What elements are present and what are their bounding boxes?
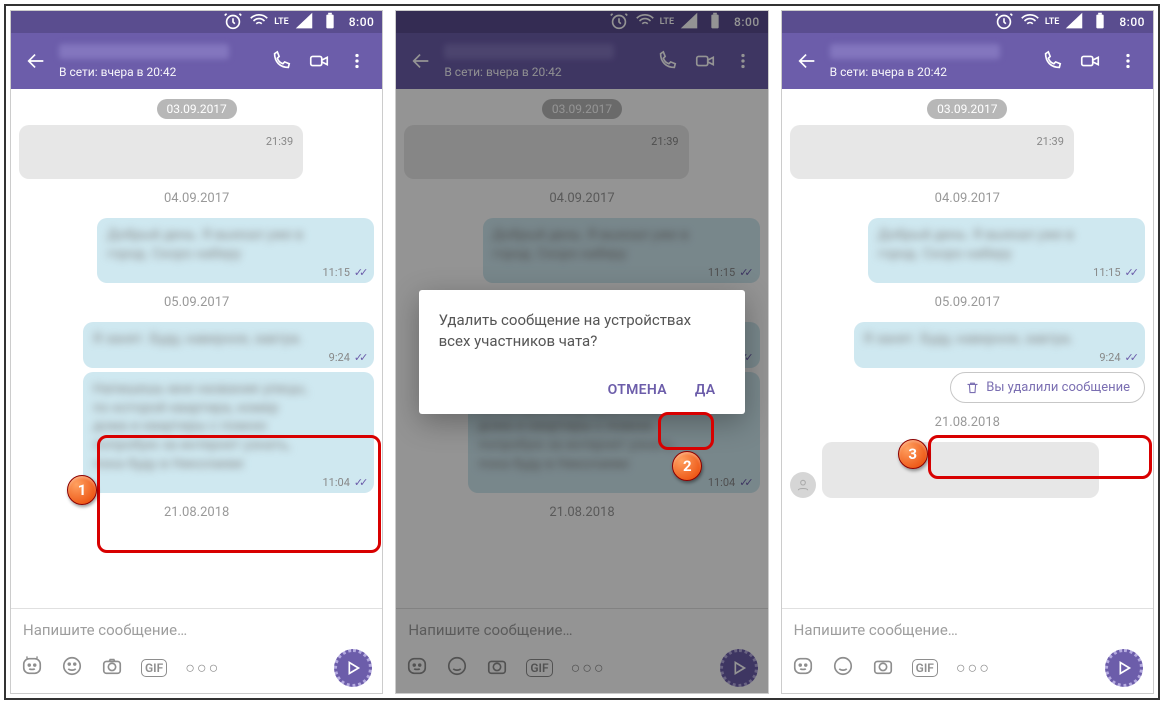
status-bar: LTE 8:00 (782, 11, 1153, 33)
contact-status: В сети: вчера в 20:42 (59, 65, 262, 79)
back-button[interactable] (788, 42, 826, 80)
dialog-text: Удалить сообщение на устройствах всех уч… (439, 310, 726, 352)
more-button[interactable] (338, 42, 376, 80)
chat-body[interactable]: 03.09.2017 21:39 04.09.2017 Добрый день.… (782, 89, 1153, 608)
wifi-icon (248, 10, 270, 35)
cancel-button[interactable]: ОТМЕНА (598, 374, 677, 406)
emoji-icon[interactable] (61, 655, 83, 681)
contact-name[interactable] (830, 44, 1033, 64)
date-pill: 03.09.2017 (927, 99, 1007, 119)
alarm-icon (222, 10, 244, 35)
delete-dialog: Удалить сообщение на устройствах всех уч… (419, 290, 746, 414)
phone-screen-3: LTE 8:00 В сети: вчера в 20:42 03.09.201… (781, 10, 1154, 694)
alarm-icon (993, 10, 1015, 35)
signal-icon (293, 10, 315, 35)
battery-icon (319, 10, 341, 35)
date-separator: 04.09.2017 (935, 191, 1000, 206)
message-bubble[interactable]: 21:39 (790, 125, 1074, 179)
camera-icon[interactable] (101, 655, 123, 681)
more-options-icon[interactable]: ○○○ (956, 658, 991, 678)
date-pill: 03.09.2017 (157, 99, 237, 119)
message-bubble[interactable]: Я занят. Буду, наверное, завтра.9:24✓✓ (83, 322, 374, 368)
chat-header: В сети: вчера в 20:42 (782, 33, 1153, 89)
input-area: Напишите сообщение… GIF ○○○ (782, 608, 1153, 693)
emoji-icon[interactable] (832, 655, 854, 681)
camera-icon[interactable] (872, 655, 894, 681)
gif-icon[interactable]: GIF (141, 659, 167, 677)
message-bubble[interactable] (822, 442, 1099, 498)
gif-icon[interactable]: GIF (912, 659, 938, 677)
sticker-icon[interactable] (21, 655, 43, 681)
message-bubble-selected[interactable]: Напишешь мне название улицы,по которой к… (83, 372, 374, 493)
status-bar: LTE 8:00 (11, 11, 382, 33)
message-input[interactable]: Напишите сообщение… (792, 617, 1143, 649)
read-check-icon: ✓✓ (354, 266, 364, 279)
modal-overlay[interactable]: Удалить сообщение на устройствах всех уч… (396, 11, 767, 693)
contact-name[interactable] (59, 44, 262, 64)
date-separator: 04.09.2017 (164, 191, 229, 206)
deleted-message[interactable]: Вы удалили сообщение (950, 372, 1145, 403)
call-button[interactable] (1033, 42, 1071, 80)
more-button[interactable] (1109, 42, 1147, 80)
back-button[interactable] (17, 42, 55, 80)
status-time: 8:00 (1119, 15, 1145, 29)
message-bubble[interactable]: 21:39 (19, 125, 303, 179)
contact-status: В сети: вчера в 20:42 (830, 65, 1033, 79)
video-call-button[interactable] (1071, 42, 1109, 80)
more-options-icon[interactable]: ○○○ (185, 658, 220, 678)
tutorial-stage: LTE 8:00 В сети: вчера в 20:42 03.09.201… (4, 4, 1160, 700)
lte-icon: LTE (274, 17, 288, 27)
yes-button[interactable]: ДА (685, 374, 726, 406)
message-bubble[interactable]: Добрый день. Я выехал уже вгород. Скоро … (97, 218, 374, 283)
trash-icon (965, 380, 980, 395)
input-area: Напишите сообщение… GIF ○○○ (11, 608, 382, 693)
read-check-icon: ✓✓ (354, 476, 364, 489)
signal-icon (1063, 10, 1085, 35)
sticker-icon[interactable] (792, 655, 814, 681)
battery-icon (1089, 10, 1111, 35)
phone-screen-1: LTE 8:00 В сети: вчера в 20:42 03.09.201… (10, 10, 383, 694)
chat-header: В сети: вчера в 20:42 (11, 33, 382, 89)
lte-icon: LTE (1045, 17, 1059, 27)
date-separator: 21.08.2018 (164, 505, 229, 520)
avatar[interactable] (790, 472, 816, 498)
chat-body[interactable]: 03.09.2017 21:39 04.09.2017 Добрый день.… (11, 89, 382, 608)
date-separator: 05.09.2017 (164, 295, 229, 310)
send-button[interactable] (1105, 649, 1143, 687)
phone-screen-2: LTE 8:00 В сети: вчера в 20:42 03.09.201… (395, 10, 768, 694)
send-button[interactable] (334, 649, 372, 687)
date-separator: 05.09.2017 (935, 295, 1000, 310)
message-input[interactable]: Напишите сообщение… (21, 617, 372, 649)
call-button[interactable] (262, 42, 300, 80)
video-call-button[interactable] (300, 42, 338, 80)
wifi-icon (1019, 10, 1041, 35)
message-bubble[interactable]: Добрый день. Я выехал уже вгород. Скоро … (868, 218, 1145, 283)
date-separator: 21.08.2018 (935, 415, 1000, 430)
read-check-icon: ✓✓ (354, 351, 364, 364)
message-bubble[interactable]: Я занят. Буду, наверное, завтра.9:24✓✓ (854, 322, 1145, 368)
status-time: 8:00 (349, 15, 375, 29)
